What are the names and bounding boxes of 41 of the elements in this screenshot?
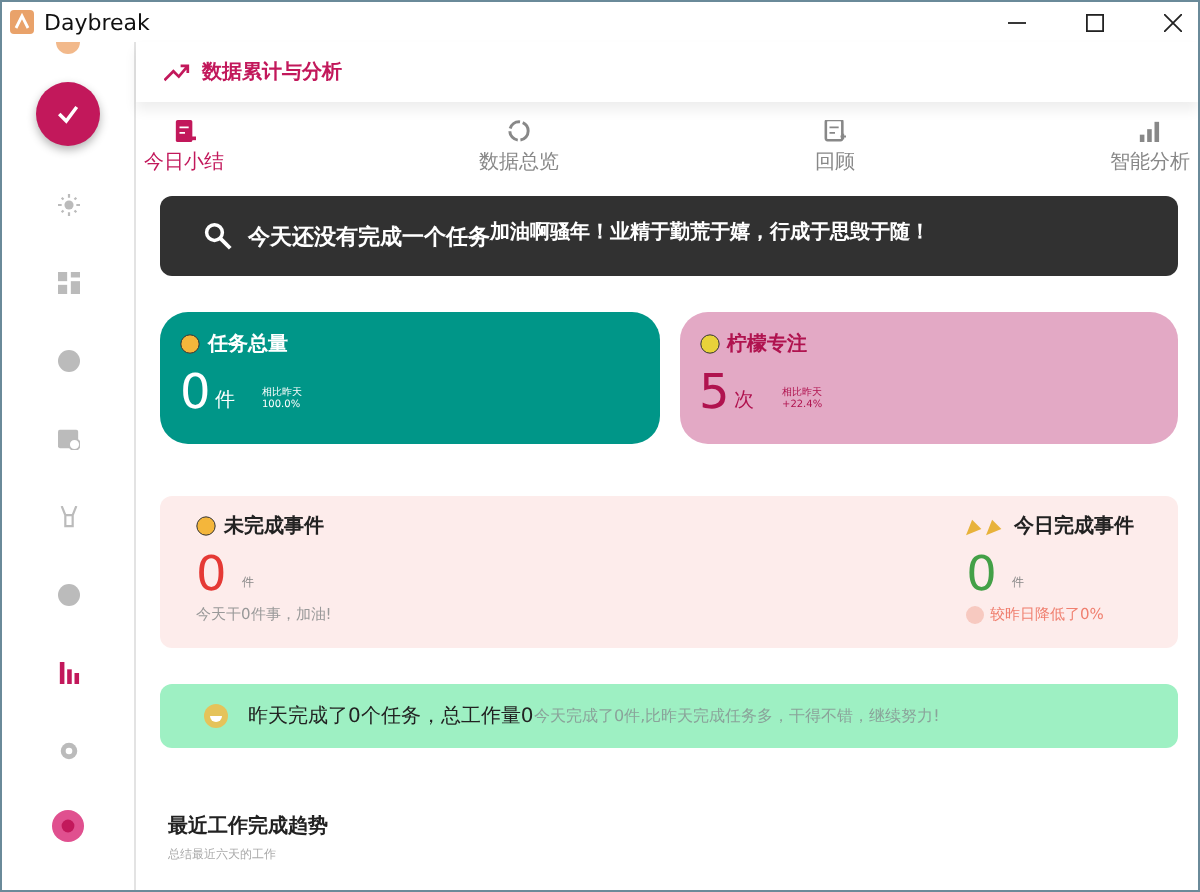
app-icon xyxy=(10,10,34,34)
event-title: 未完成事件 xyxy=(224,512,324,540)
event-value: 0 xyxy=(966,548,997,600)
laughing-face-icon xyxy=(204,704,228,728)
bar-chart-icon[interactable] xyxy=(57,662,79,684)
tab[interactable]: 数据总览 xyxy=(479,120,560,176)
note-plus-icon xyxy=(823,120,846,142)
close-icon[interactable] xyxy=(1164,13,1182,31)
summary-title: 昨天完成了0个任务，总工作量0 xyxy=(248,703,534,730)
maximize-icon[interactable] xyxy=(1086,13,1104,31)
window-title: Daybreak xyxy=(44,9,150,35)
party-popper-icon xyxy=(966,516,1007,536)
event-title: 今日完成事件 xyxy=(1014,512,1135,540)
note-icon xyxy=(173,120,195,142)
tab[interactable]: 回顾 xyxy=(814,120,855,176)
card-title: 柠檬专注 xyxy=(727,330,807,358)
calendar-icon[interactable] xyxy=(57,428,79,450)
section-title: 最近工作完成趋势 xyxy=(168,812,330,840)
circle-icon[interactable] xyxy=(57,584,79,606)
card-unit: 次 xyxy=(733,388,754,414)
avatar-icon[interactable] xyxy=(50,42,86,54)
profile-dot-icon[interactable] xyxy=(52,810,84,842)
event-value: 0 xyxy=(196,548,227,600)
checkmark-icon xyxy=(54,100,82,128)
page-title: 数据累计与分析 xyxy=(202,59,342,86)
dashboard-icon[interactable] xyxy=(57,272,79,294)
ring-icon xyxy=(508,120,531,142)
search-icon xyxy=(204,222,232,250)
tab[interactable]: 智能分析 xyxy=(1109,120,1190,176)
tab[interactable]: 今日小结 xyxy=(144,120,224,176)
trending-up-icon xyxy=(164,63,190,81)
check-button[interactable] xyxy=(36,82,100,146)
bar-chart-icon xyxy=(1138,120,1161,142)
card-title: 任务总量 xyxy=(208,331,288,358)
banner-title: 今天还没有完成一个任务 xyxy=(248,221,490,251)
card-unit: 件 xyxy=(214,388,235,414)
sun-icon[interactable] xyxy=(57,194,79,216)
summary-note: 今天完成了0件,比昨天完成任务多，干得不错，继续努力! xyxy=(533,705,940,728)
card-value: 0 xyxy=(180,366,211,418)
banner-subtitle: 加油啊骚年！业精于勤荒于嬉，行成于思毁于随！ xyxy=(490,219,930,246)
card-value: 5 xyxy=(699,366,730,418)
